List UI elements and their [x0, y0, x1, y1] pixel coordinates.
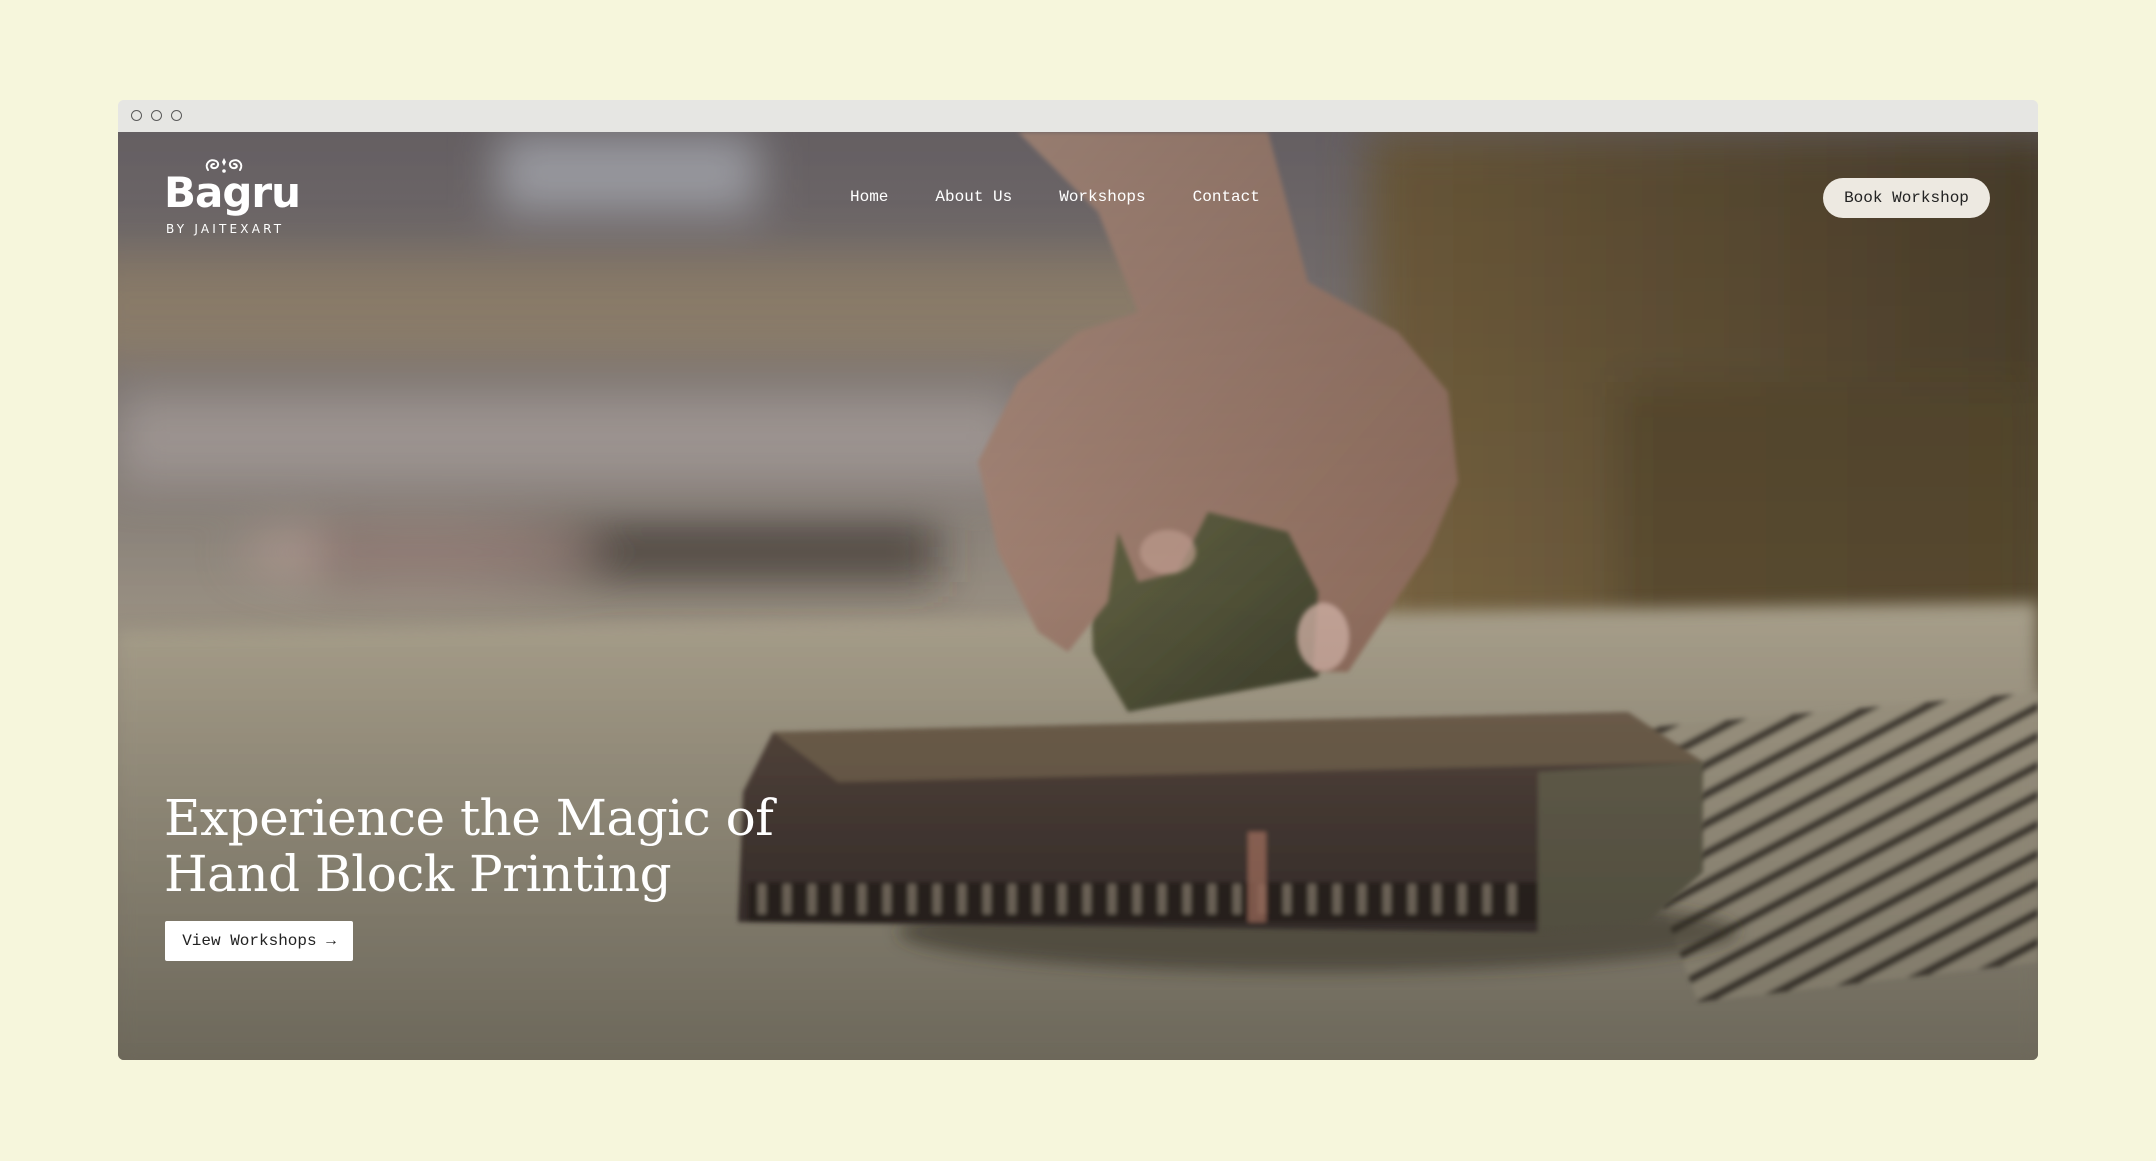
brand-name: Bagru: [164, 168, 301, 217]
view-workshops-button[interactable]: View Workshops →: [165, 921, 353, 961]
nav-link-about-us[interactable]: About Us: [935, 188, 1012, 208]
nav-link-home[interactable]: Home: [850, 188, 888, 208]
hero-title: Experience the Magic of Hand Block Print…: [164, 790, 884, 902]
book-workshop-button[interactable]: Book Workshop: [1823, 178, 1990, 218]
hero-background-photo: [118, 132, 2038, 1060]
nav-link-contact[interactable]: Contact: [1193, 188, 1260, 208]
hero-title-line-1: Experience the Magic of: [164, 789, 774, 847]
window-minimize-dot-icon[interactable]: [151, 110, 162, 121]
window-close-dot-icon[interactable]: [131, 110, 142, 121]
main-navigation: Home About Us Workshops Contact: [850, 188, 1260, 208]
nav-link-workshops[interactable]: Workshops: [1059, 188, 1145, 208]
browser-title-bar: [118, 100, 2038, 132]
hero-title-line-2: Hand Block Printing: [164, 845, 672, 903]
window-maximize-dot-icon[interactable]: [171, 110, 182, 121]
browser-window: Bagru BY JAITEXART Home About Us Worksho…: [118, 100, 2038, 1060]
hero-section: Bagru BY JAITEXART Home About Us Worksho…: [118, 132, 2038, 1060]
brand-tagline: BY JAITEXART: [166, 222, 285, 236]
